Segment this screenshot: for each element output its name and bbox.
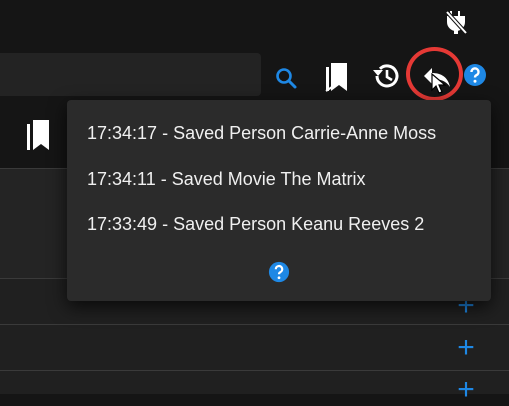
undo-menu-item[interactable]: 17:34:17 - Saved Person Carrie-Anne Moss bbox=[87, 123, 436, 144]
search-icon[interactable] bbox=[272, 64, 300, 92]
disconnected-plug-icon[interactable] bbox=[444, 9, 468, 35]
history-icon[interactable] bbox=[370, 60, 402, 92]
mouse-cursor-icon bbox=[431, 73, 447, 94]
top-bar bbox=[0, 0, 509, 44]
help-icon[interactable] bbox=[462, 62, 488, 88]
bookmarks-icon[interactable] bbox=[24, 118, 52, 152]
search-input[interactable] bbox=[0, 53, 261, 96]
help-icon[interactable] bbox=[268, 261, 290, 283]
plus-icon[interactable]: + bbox=[453, 333, 479, 363]
undo-menu-item[interactable]: 17:34:11 - Saved Movie The Matrix bbox=[87, 169, 365, 190]
undo-history-menu: 17:34:17 - Saved Person Carrie-Anne Moss… bbox=[67, 100, 491, 301]
undo-menu-item[interactable]: 17:33:49 - Saved Person Keanu Reeves 2 bbox=[87, 214, 424, 235]
plus-icon[interactable]: + bbox=[453, 375, 479, 405]
list-item[interactable]: + bbox=[0, 370, 509, 405]
list-item[interactable]: + bbox=[0, 324, 509, 371]
bookmarks-icon[interactable] bbox=[321, 60, 351, 94]
